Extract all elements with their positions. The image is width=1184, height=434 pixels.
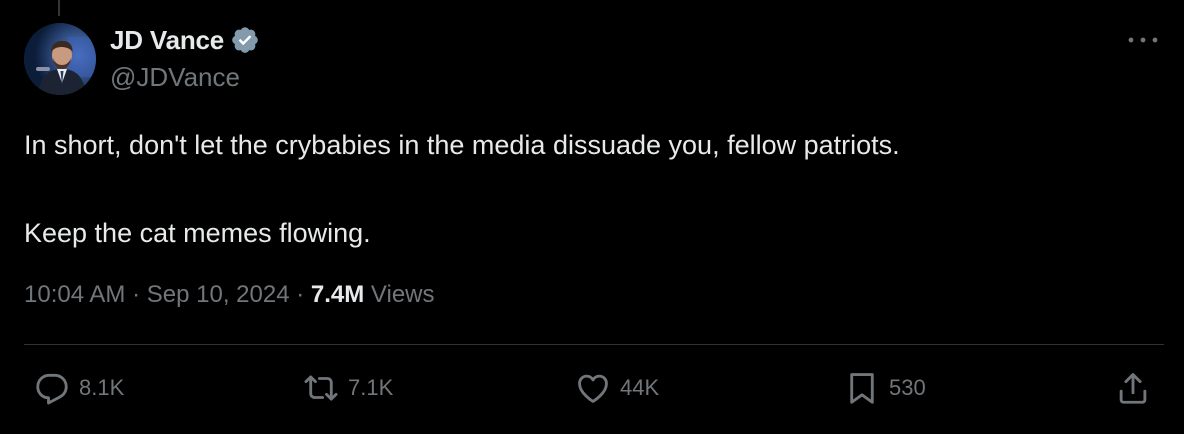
tweet-text: In short, don't let the crybabies in the…: [24, 123, 1144, 255]
bookmark-count: 530: [889, 375, 926, 400]
bookmark-icon: [850, 373, 874, 404]
author-handle[interactable]: @JDVance: [110, 62, 260, 93]
like-count: 44K: [620, 375, 660, 400]
verified-badge-icon[interactable]: [230, 25, 260, 55]
tweet-text-line: Keep the cat memes flowing.: [24, 218, 371, 248]
meta-separator: ·: [296, 281, 305, 308]
author-name-row: JD Vance: [110, 22, 260, 58]
views-count: 7.4M: [310, 281, 365, 308]
author-block: JD Vance @JDVance: [110, 22, 260, 93]
tweet-date[interactable]: Sep 10, 2024: [147, 281, 290, 308]
more-options-icon[interactable]: [1126, 28, 1160, 52]
divider: [24, 344, 1164, 345]
tweet-paragraph-gap: [24, 167, 1144, 211]
bookmark-button[interactable]: 530: [843, 366, 926, 410]
reply-count: 8.1K: [79, 375, 125, 400]
heart-icon: [578, 374, 608, 403]
like-button[interactable]: 44K: [574, 366, 659, 410]
tweet-text-line: In short, don't let the crybabies in the…: [24, 130, 900, 160]
author-display-name[interactable]: JD Vance: [110, 25, 224, 56]
avatar[interactable]: [24, 23, 96, 95]
avatar-image: [24, 23, 96, 95]
tweet-meta: 10:04 AM · Sep 10, 2024 · 7.4M Views: [24, 281, 435, 309]
reply-button[interactable]: 8.1K: [33, 366, 124, 410]
reply-icon: [36, 373, 68, 405]
repost-icon: [304, 375, 338, 401]
share-icon: [1119, 373, 1147, 404]
views-label: Views: [370, 281, 435, 308]
repost-count: 7.1K: [348, 375, 394, 400]
action-bar: 8.1K 7.1K 44K 530: [0, 366, 1184, 410]
tweet-time[interactable]: 10:04 AM: [24, 281, 125, 308]
meta-separator: ·: [132, 281, 141, 308]
repost-button[interactable]: 7.1K: [302, 366, 393, 410]
thread-connector-line: [58, 0, 60, 16]
share-button[interactable]: [1114, 366, 1152, 410]
